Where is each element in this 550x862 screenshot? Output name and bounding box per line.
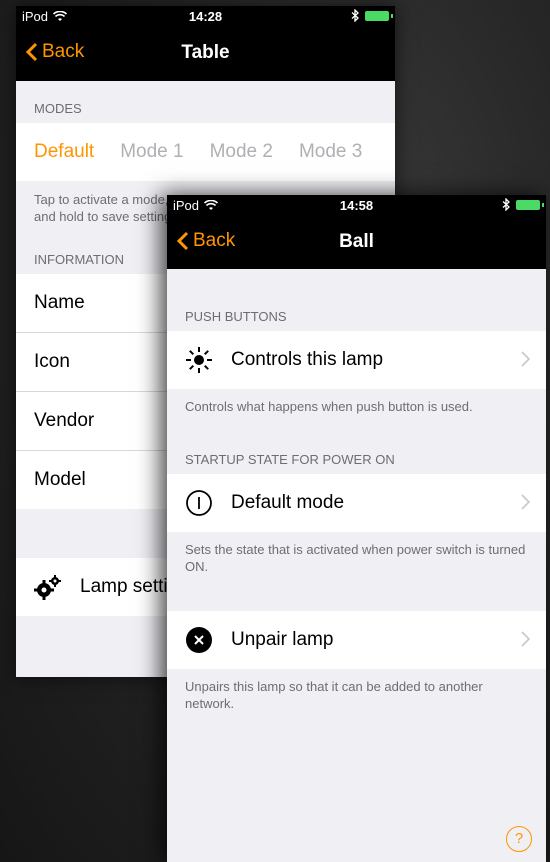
x-circle-icon [185, 626, 213, 654]
section-header-push-buttons: PUSH BUTTONS [185, 309, 287, 324]
section-header-modes: MODES [34, 101, 82, 116]
power-icon [185, 489, 213, 517]
navbar: iPod 14:28 Back Table [16, 6, 395, 81]
sun-icon [185, 346, 213, 374]
chevron-right-icon [521, 631, 530, 647]
status-bar: iPod 14:28 [16, 6, 395, 28]
status-bar: iPod 14:58 [167, 195, 546, 217]
default-mode-footer: Sets the state that is activated when po… [185, 542, 526, 574]
help-icon[interactable]: ? [506, 826, 532, 852]
status-time: 14:28 [188, 9, 223, 24]
navbar: iPod 14:58 Back Ball [167, 195, 546, 269]
bluetooth-icon [502, 198, 510, 211]
controls-lamp-row[interactable]: Controls this lamp [167, 331, 546, 389]
gears-icon [34, 573, 62, 601]
battery-icon [365, 10, 393, 21]
unpair-footer: Unpairs this lamp so that it can be adde… [185, 679, 483, 711]
unpair-lamp-label: Unpair lamp [231, 629, 334, 650]
controls-footer: Controls what happens when push button i… [185, 399, 473, 414]
controls-lamp-label: Controls this lamp [231, 349, 384, 370]
battery-icon [516, 199, 544, 210]
page-title: Table [181, 42, 230, 63]
chevron-right-icon [521, 494, 530, 510]
mode-default[interactable]: Default [34, 141, 94, 163]
unpair-lamp-row[interactable]: Unpair lamp [167, 611, 546, 669]
page-title: Ball [339, 231, 374, 252]
chevron-right-icon [521, 351, 530, 367]
section-header-startup: STARTUP STATE FOR POWER ON [185, 452, 395, 467]
bluetooth-icon [351, 9, 359, 22]
mode-1[interactable]: Mode 1 [120, 141, 183, 163]
front-screen-ball: iPod 14:58 Back Ball PUSH BUTTONS Contro… [167, 195, 546, 862]
mode-2[interactable]: Mode 2 [210, 141, 273, 163]
default-mode-label: Default mode [231, 492, 345, 513]
status-time: 14:58 [339, 198, 374, 213]
modes-segment: Default Mode 1 Mode 2 Mode 3 [16, 123, 395, 181]
default-mode-row[interactable]: Default mode [167, 474, 546, 532]
mode-3[interactable]: Mode 3 [299, 141, 362, 163]
